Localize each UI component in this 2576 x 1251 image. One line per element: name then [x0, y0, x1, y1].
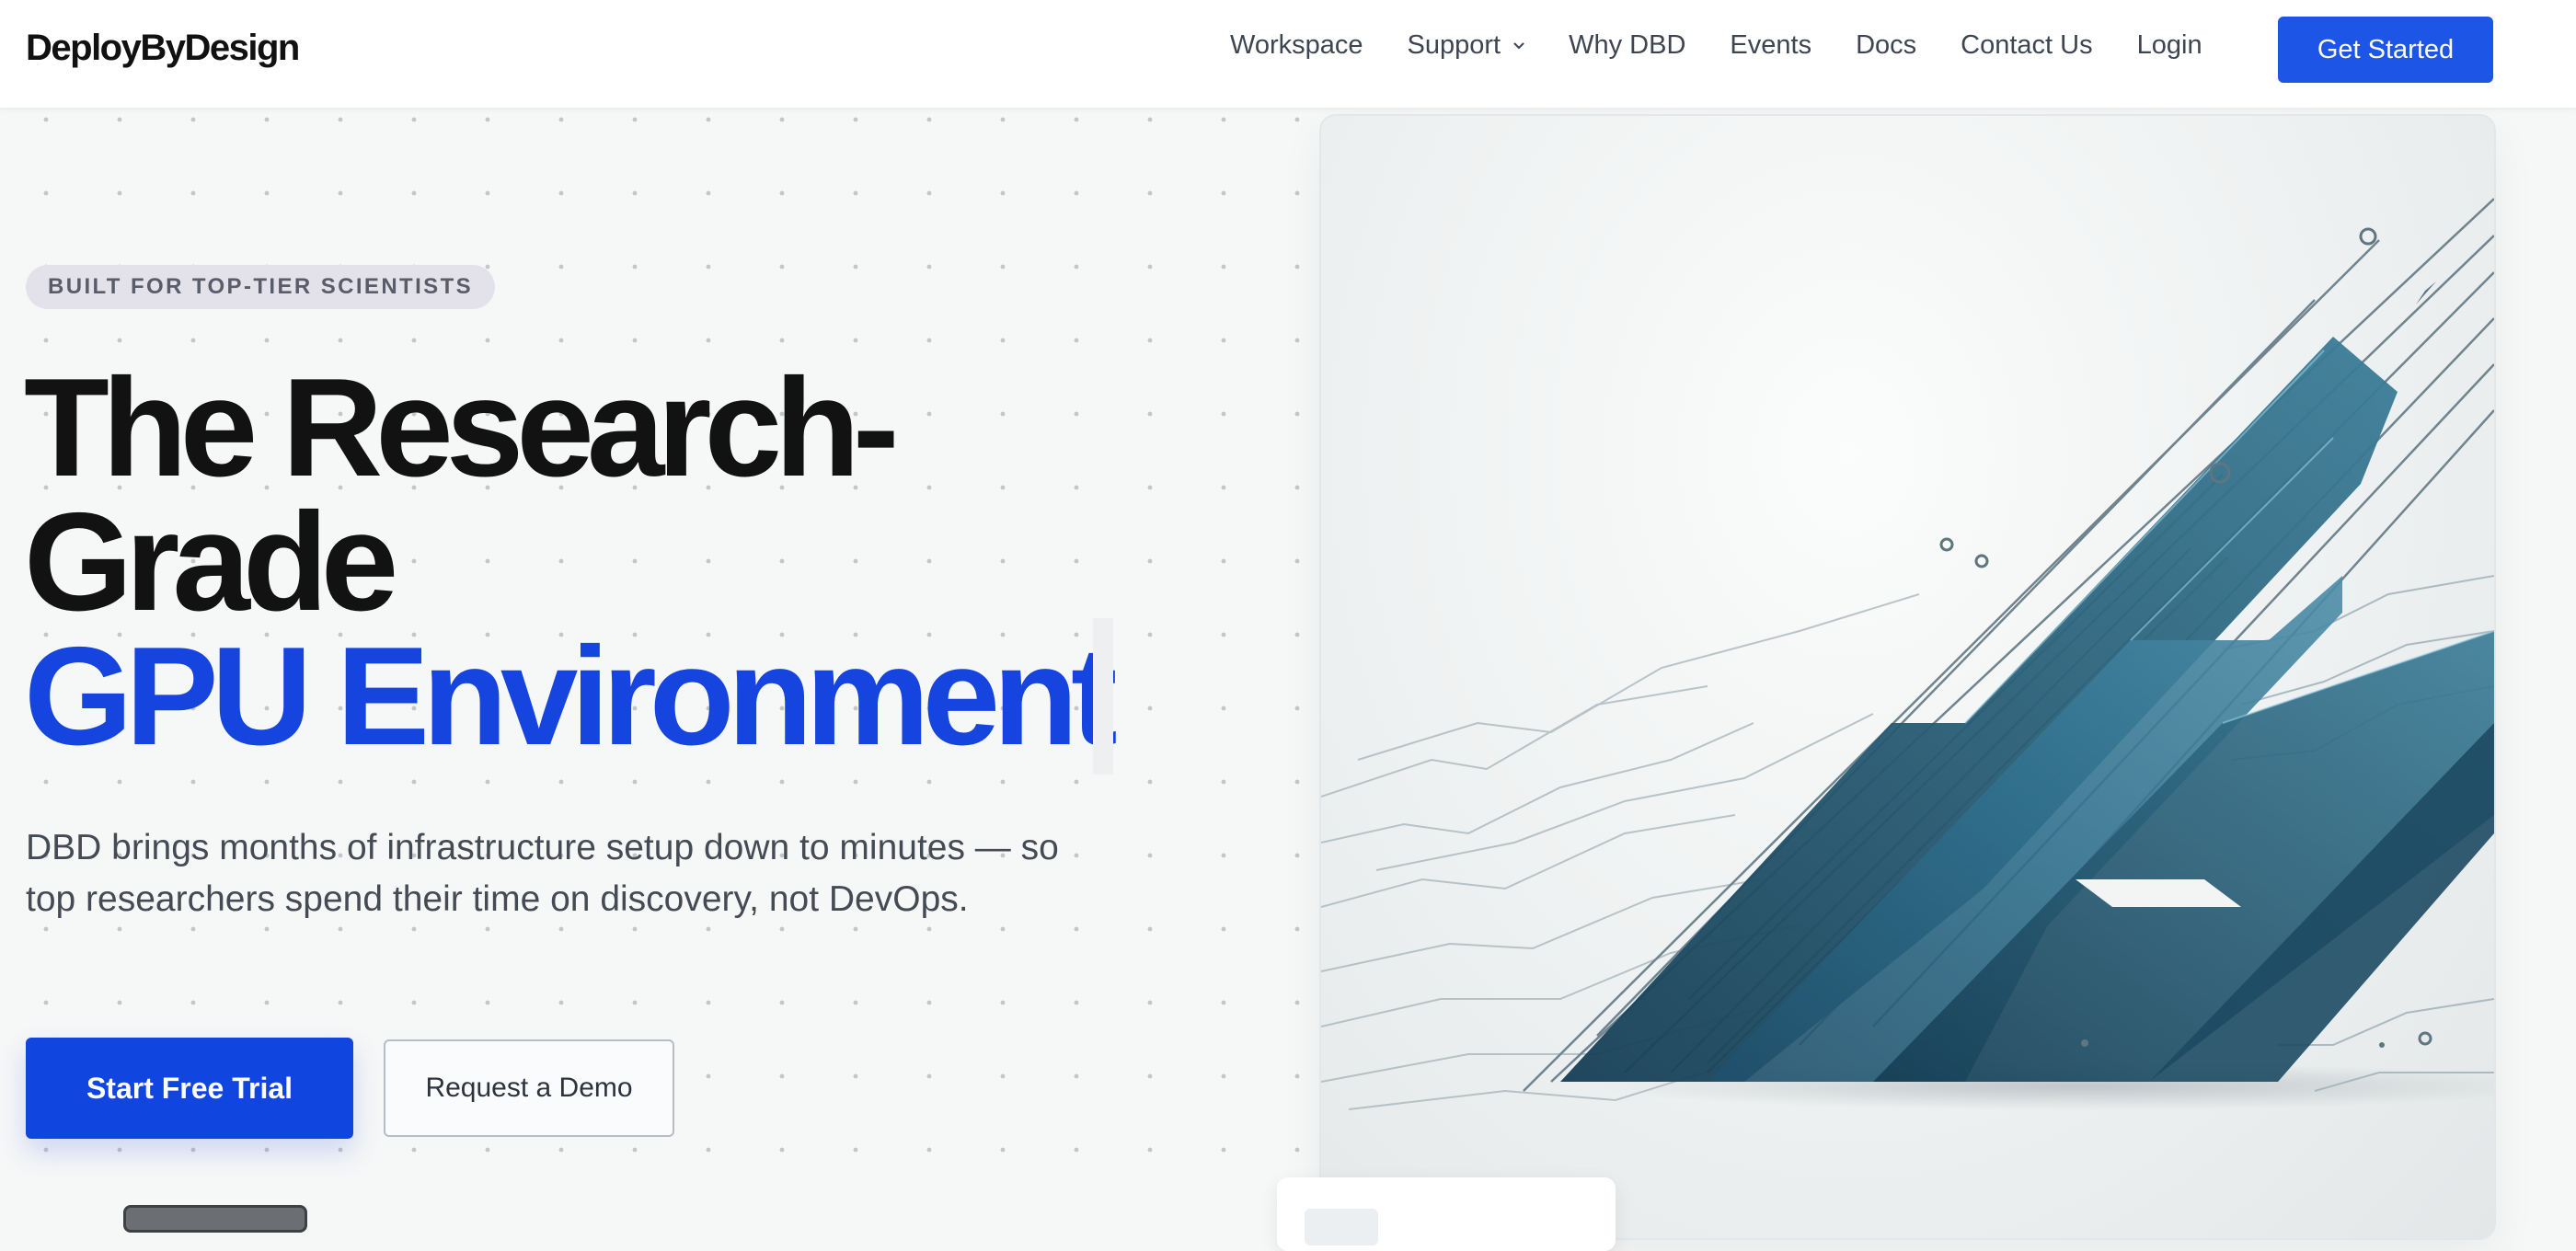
- hero-badge: BUILT FOR TOP-TIER SCIENTISTS: [26, 265, 496, 309]
- nav-item-login[interactable]: Login: [2137, 30, 2202, 61]
- nav-item-contact-us[interactable]: Contact Us: [1961, 30, 2092, 61]
- main-nav: Workspace Support Why DBD Events Docs Co…: [1230, 30, 2202, 61]
- nav-item-events[interactable]: Events: [1730, 30, 1811, 61]
- nav-item-label: Why DBD: [1569, 30, 1686, 60]
- nav-item-label: Docs: [1856, 30, 1917, 60]
- site-header: DeployByDesign Workspace Support Why DBD…: [0, 0, 2576, 109]
- headline-line-1: The Research-: [24, 350, 900, 506]
- nav-item-docs[interactable]: Docs: [1856, 30, 1916, 61]
- logo[interactable]: DeployByDesign: [26, 28, 300, 69]
- text-cursor-highlight: [1093, 618, 1113, 775]
- get-started-button[interactable]: Get Started: [2278, 17, 2493, 83]
- hero-headline: The Research- Grade GPU Environment: [24, 350, 1128, 775]
- nav-item-label: Events: [1730, 30, 1812, 60]
- nav-item-label: Login: [2136, 30, 2202, 60]
- nav-item-label: Contact Us: [1961, 30, 2093, 60]
- nav-item-label: Workspace: [1230, 30, 1363, 60]
- partial-chip: [123, 1205, 307, 1233]
- headline-line-3: GPU Environment: [24, 618, 1118, 775]
- floating-card: [1277, 1177, 1616, 1251]
- headline-line-2: Grade: [24, 484, 398, 640]
- nav-item-workspace[interactable]: Workspace: [1230, 30, 1363, 61]
- hero-image: [1319, 114, 2496, 1240]
- start-free-trial-button[interactable]: Start Free Trial: [26, 1038, 353, 1139]
- chevron-down-icon: [1513, 42, 1524, 49]
- nav-item-label: Support: [1407, 30, 1501, 60]
- card-thumbnail: [1305, 1209, 1378, 1245]
- request-demo-button[interactable]: Request a Demo: [384, 1039, 674, 1137]
- nav-item-why-dbd[interactable]: Why DBD: [1569, 30, 1685, 61]
- hero-illustration: [1321, 198, 2494, 1110]
- nav-item-support[interactable]: Support: [1408, 30, 1525, 61]
- hero-subtitle: DBD brings months of infrastructure setu…: [26, 828, 1059, 919]
